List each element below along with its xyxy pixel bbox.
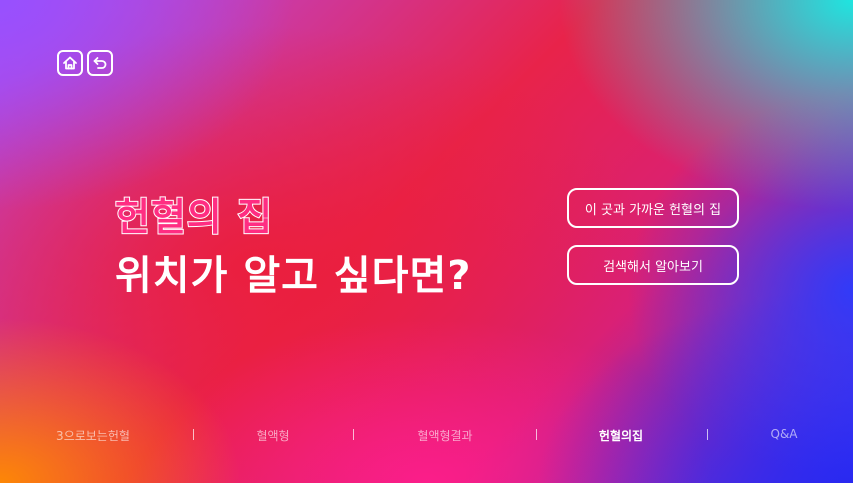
bottom-nav: 3으로보는헌혈 혈액형 혈액형결과 헌혈의집 Q&A <box>0 427 853 445</box>
nav-separator <box>707 429 708 440</box>
back-button[interactable] <box>87 50 113 76</box>
nav-item-blood-type-result[interactable]: 혈액형결과 <box>417 427 472 444</box>
nav-item-3d-blood-donation[interactable]: 3으로보는헌혈 <box>56 427 130 444</box>
nearby-blood-center-button[interactable]: 이 곳과 가까운 헌혈의 집 <box>567 188 739 228</box>
nav-separator <box>193 429 194 440</box>
back-arrow-icon <box>93 57 107 69</box>
gradient-background <box>0 0 853 483</box>
home-icon <box>63 56 77 70</box>
nav-separator <box>353 429 354 440</box>
nav-item-blood-type[interactable]: 혈액형 <box>256 427 289 444</box>
page-title: 헌혈의 집 <box>114 194 274 240</box>
nav-item-blood-center[interactable]: 헌혈의집 <box>599 427 643 444</box>
page-subtitle: 위치가 알고 싶다면? <box>115 253 472 299</box>
nav-item-qna[interactable]: Q&A <box>770 427 797 441</box>
home-button[interactable] <box>57 50 83 76</box>
search-blood-center-button[interactable]: 검색해서 알아보기 <box>567 245 739 285</box>
nav-separator <box>536 429 537 440</box>
